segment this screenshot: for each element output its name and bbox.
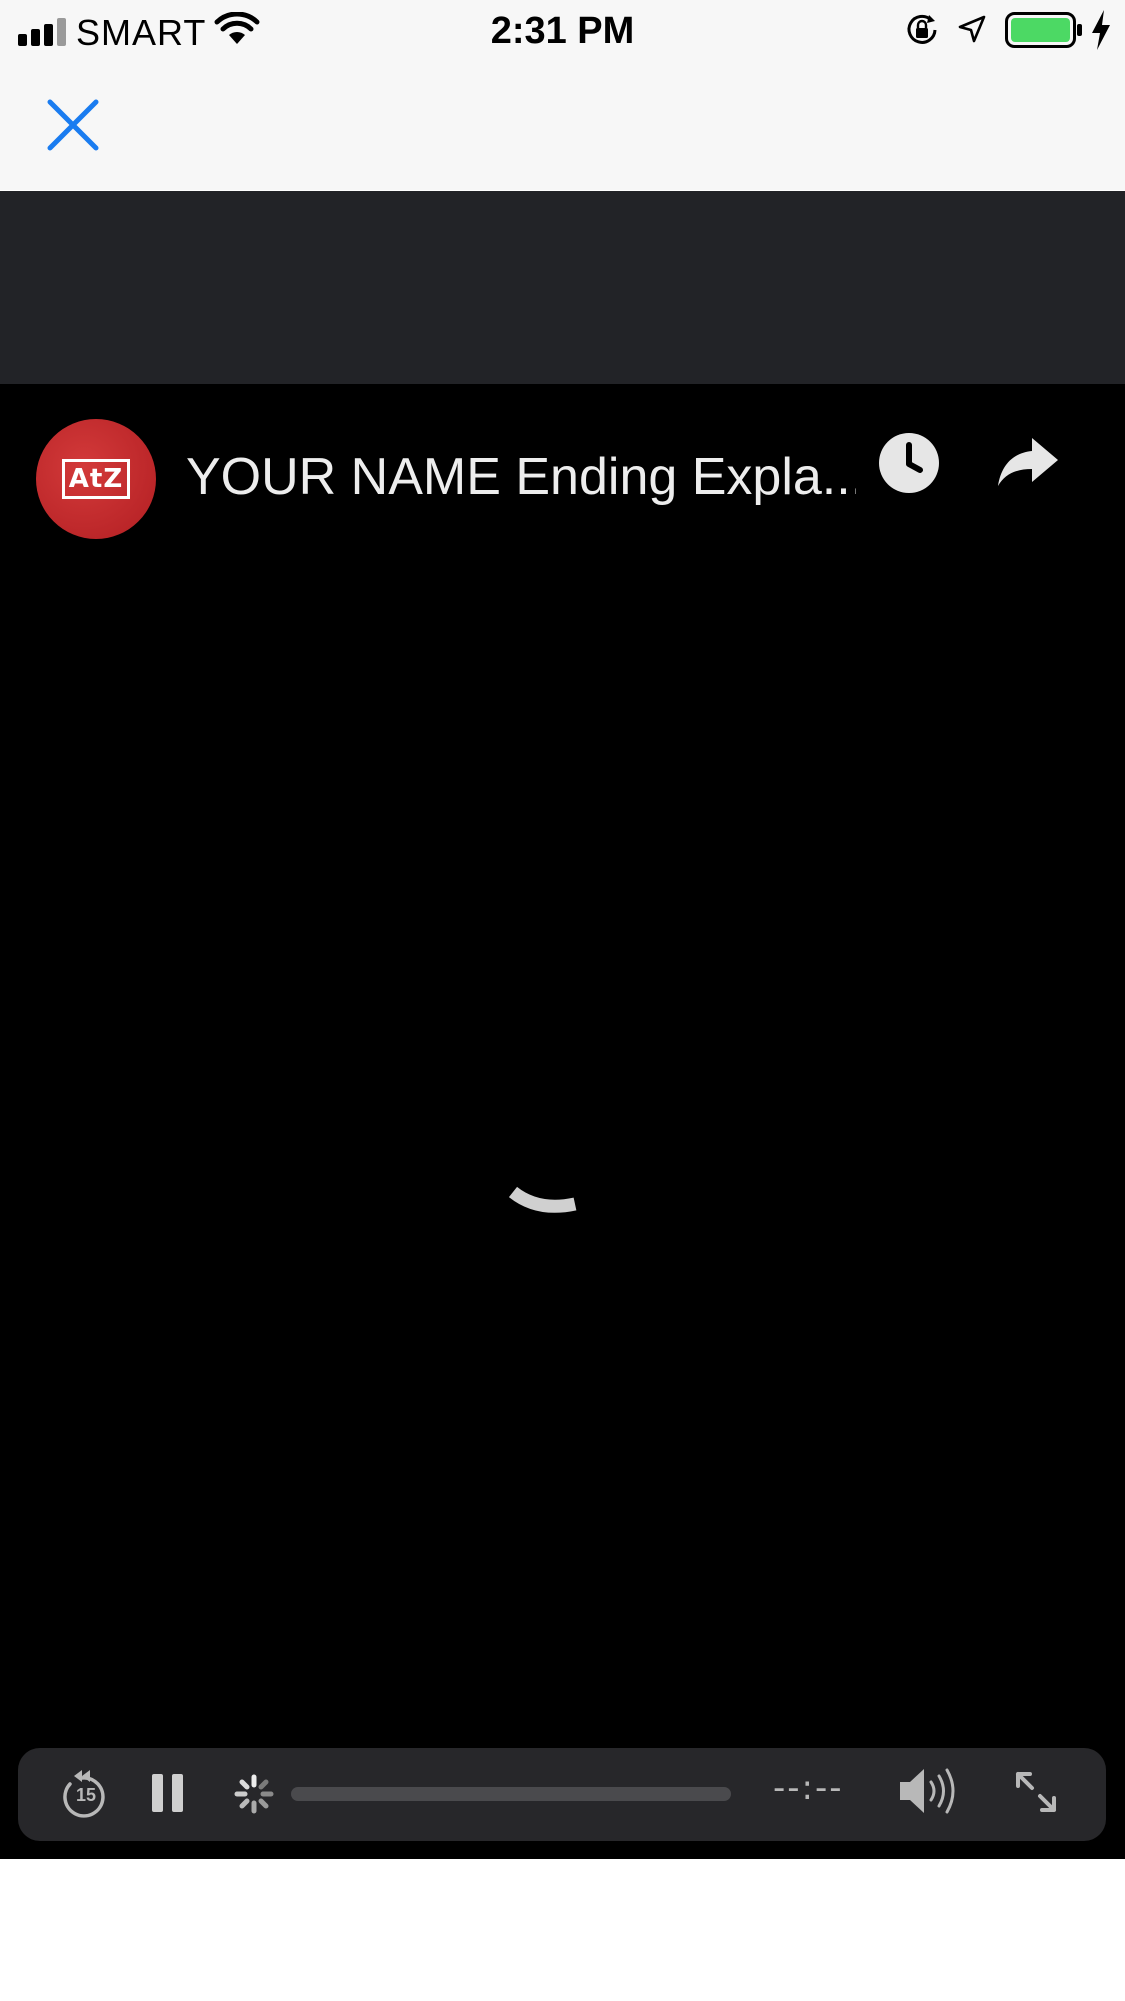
player-top-band [0,191,1125,384]
close-button[interactable] [38,90,108,160]
video-player[interactable] [0,384,1125,1859]
close-icon [47,99,99,151]
channel-logo: AtZ [62,459,130,499]
orientation-lock-icon [907,14,937,44]
buffering-icon [234,1774,274,1814]
channel-avatar[interactable]: AtZ [36,419,156,539]
watch-later-icon[interactable] [878,432,940,494]
volume-icon[interactable] [898,1764,964,1818]
video-title[interactable]: YOUR NAME Ending Expla... [186,447,856,507]
fullscreen-icon[interactable] [1012,1768,1060,1816]
location-icon [958,15,986,43]
battery-icon [1005,12,1082,48]
status-bar: SMART 2:31 PM [0,0,1125,190]
rewind-15-label: 15 [75,1785,97,1805]
share-icon[interactable] [996,436,1060,488]
loading-spinner-icon [508,1186,577,1213]
progress-track[interactable] [291,1787,731,1801]
rewind-15-button[interactable]: 15 [60,1764,110,1820]
charging-icon [1092,10,1110,50]
pause-button[interactable] [150,1772,186,1814]
time-display: --:-- [773,1768,844,1808]
